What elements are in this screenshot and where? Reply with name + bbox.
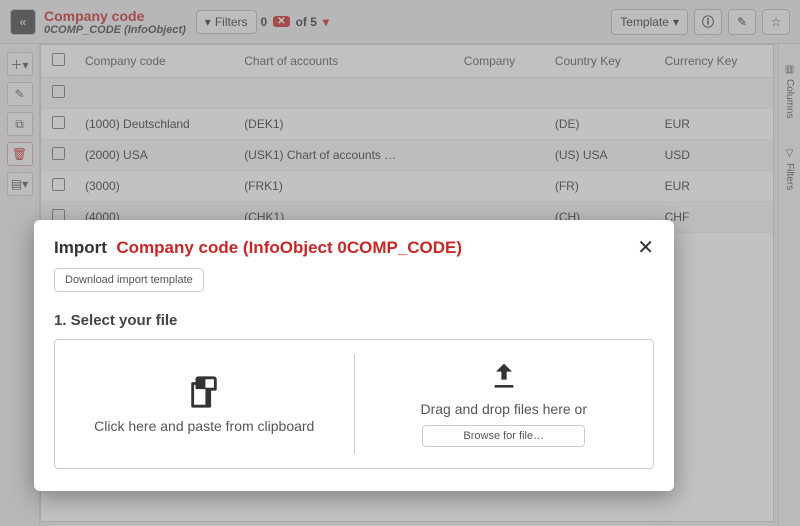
- import-modal: Import Company code (InfoObject 0COMP_CO…: [34, 220, 674, 491]
- paste-label: Click here and paste from clipboard: [94, 418, 314, 434]
- modal-title: Import Company code (InfoObject 0COMP_CO…: [54, 238, 462, 258]
- download-template-button[interactable]: Download import template: [54, 268, 204, 292]
- browse-button[interactable]: Browse for file…: [422, 425, 585, 447]
- step-1-heading: 1. Select your file: [54, 312, 654, 329]
- drop-label: Drag and drop files here or: [420, 401, 587, 417]
- close-button[interactable]: ✕: [637, 238, 654, 258]
- upload-icon: [488, 361, 520, 393]
- import-dropzone: Click here and paste from clipboard Drag…: [54, 339, 654, 469]
- paste-area[interactable]: Click here and paste from clipboard: [55, 340, 354, 468]
- modal-title-object: Company code (InfoObject 0COMP_CODE): [116, 238, 462, 257]
- modal-title-prefix: Import: [54, 238, 107, 257]
- drop-area[interactable]: Drag and drop files here or Browse for f…: [355, 340, 654, 468]
- clipboard-icon: [187, 374, 221, 410]
- close-icon: ✕: [637, 237, 654, 259]
